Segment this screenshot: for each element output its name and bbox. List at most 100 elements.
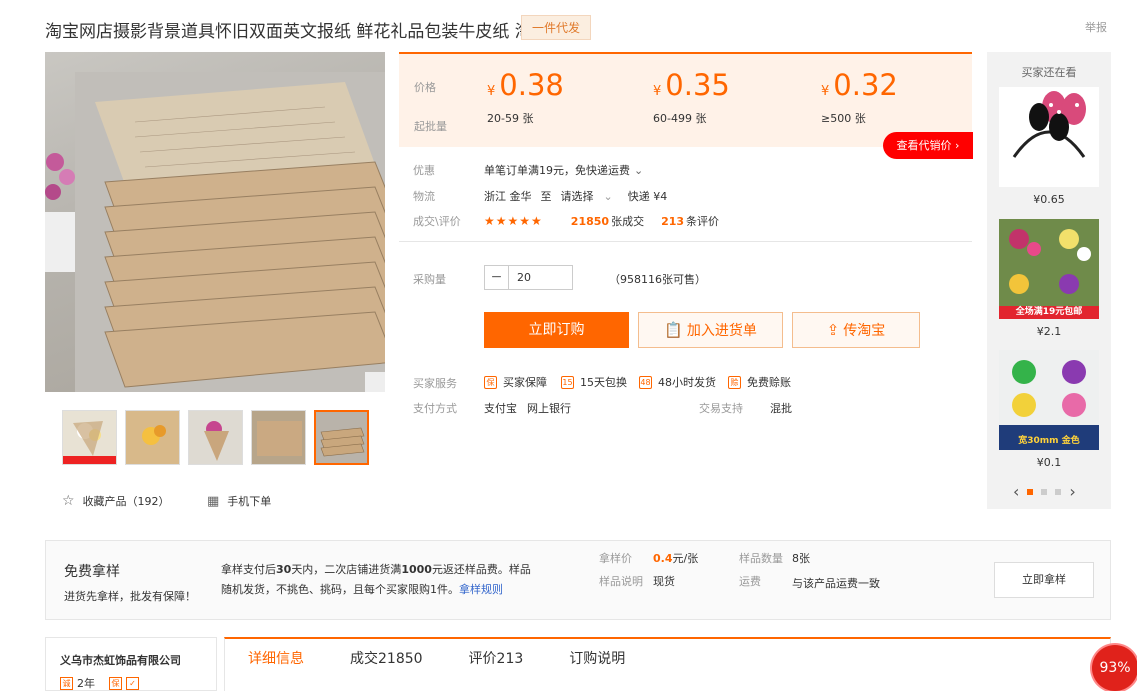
main-product-image[interactable] <box>45 52 385 392</box>
chevron-down-icon[interactable]: ⌄ <box>604 190 613 203</box>
clock-48-icon: 48 <box>639 375 652 389</box>
sample-ship-label: 运费 <box>739 575 761 588</box>
buy-now-button[interactable]: 立即订购 <box>484 312 629 348</box>
chevron-left-icon[interactable]: ‹ <box>1013 482 1019 501</box>
deal-label: 成交\评价 <box>413 215 461 228</box>
qty-label: 采购量 <box>413 273 446 286</box>
also-viewing-title: 买家还在看 <box>1021 66 1077 79</box>
send-to-taobao-button[interactable]: ⇪ 传淘宝 <box>792 312 920 348</box>
company-name[interactable]: 义乌市杰虹饰品有限公司 <box>60 652 181 668</box>
sample-note-label: 样品说明 <box>599 575 643 588</box>
shield-icon: 保 <box>484 375 497 389</box>
deal-row: 成交\评价 ★★★★★ 21850 张成交 213 条评价 <box>413 213 719 229</box>
mobile-order[interactable]: ▦ 手机下单 <box>207 493 271 509</box>
buyer-service-label-row: 买家服务 <box>413 375 484 391</box>
headband-image <box>999 87 1099 187</box>
thumbnail-4[interactable] <box>251 410 306 465</box>
sample-price: 0.4元/张 <box>653 552 699 565</box>
logistics-to: 至 <box>540 190 552 203</box>
item-price: ¥2.1 <box>1036 325 1062 338</box>
deals-unit: 张成交 <box>611 215 645 228</box>
logistics-from: 浙江 金华 <box>484 190 532 203</box>
free-sample-title: 免费拿样 <box>64 564 120 580</box>
get-sample-button[interactable]: 立即拿样 <box>994 562 1094 598</box>
promo-value: 单笔订单满19元，免快递运费 <box>484 164 630 177</box>
pay-alipay: 支付宝 <box>484 402 517 415</box>
tier-qty: ≥500 张 <box>821 112 866 125</box>
sample-rules-link[interactable]: 拿样规则 <box>459 583 503 596</box>
qty-label-row: 采购量 <box>413 271 484 287</box>
shipping-fee: 快递 ¥4 <box>627 190 668 203</box>
promo-row: 优惠 单笔订单满19元，免快递运费 ⌄ <box>413 162 643 178</box>
tier-qty: 20-59 张 <box>487 112 534 125</box>
also-viewing-item-3[interactable]: 宽30mm 金色 ¥0.1 <box>999 350 1099 469</box>
dropship-badge[interactable]: 一件代发 <box>521 15 592 40</box>
trade-support-value: 混批 <box>770 402 792 415</box>
free-sample-desc: 拿样支付后30天内，二次店铺进货满1000元返还样品费。样品随机发货，不挑色、挑… <box>221 563 531 596</box>
price-value: 0.35 <box>665 68 730 102</box>
company-years: 2年 <box>77 677 95 690</box>
chevron-right-icon[interactable]: › <box>1069 482 1075 501</box>
thumbnail-2[interactable] <box>125 410 180 465</box>
company-card: 义乌市杰虹饰品有限公司 诚 2年 保 ✓ <box>45 637 217 691</box>
sample-count-label: 样品数量 <box>739 552 783 565</box>
service-48h[interactable]: 48 48小时发货 <box>639 374 716 390</box>
report-link[interactable]: 举报 <box>1085 19 1107 35</box>
favorite-label: 收藏产品（192） <box>82 495 170 508</box>
qr-code-icon: ▦ <box>207 493 220 509</box>
mobile-order-label: 手机下单 <box>227 495 272 508</box>
minus-icon[interactable]: − <box>485 266 509 289</box>
tab-deals[interactable]: 成交21850 <box>327 639 446 691</box>
upload-icon: ⇪ <box>826 321 840 339</box>
carousel-nav: ‹ › <box>1013 482 1076 501</box>
company-meta: 诚 2年 保 ✓ <box>60 675 139 691</box>
buyer-service-label: 买家服务 <box>413 377 457 390</box>
size-banner: 宽30mm 金色 <box>1018 436 1080 446</box>
thumbnail-1[interactable] <box>62 410 117 465</box>
flower-bouquet-image <box>45 153 75 272</box>
reviews-count[interactable]: 213 <box>661 215 684 228</box>
tab-details[interactable]: 详细信息 <box>225 639 327 691</box>
carousel-dot[interactable] <box>1041 488 1048 495</box>
payment-label: 支付方式 <box>413 402 457 415</box>
carousel-dot-active[interactable] <box>1027 488 1034 495</box>
item-price: ¥0.1 <box>1036 456 1062 469</box>
free-sample-subtitle: 进货先拿样，批发有保障！ <box>64 590 196 603</box>
tab-reviews[interactable]: 评价213 <box>446 639 547 691</box>
service-credit[interactable]: 赊免费赊账 <box>728 374 791 390</box>
shield-icon: 保 <box>109 676 122 690</box>
quantity-input[interactable]: 20 <box>509 266 531 289</box>
price-value: 0.38 <box>499 68 564 102</box>
thumbnail-3[interactable] <box>188 410 243 465</box>
favorite-product[interactable]: ☆ 收藏产品（192） <box>62 493 170 509</box>
also-viewing-item-2[interactable]: 全场满19元包邮 ¥2.1 <box>999 219 1099 338</box>
agent-price-button[interactable]: 查看代销价 › <box>883 132 973 159</box>
payment-row: 支付方式 支付宝 网上银行 <box>413 400 571 416</box>
artificial-flowers-image: 全场满19元包邮 <box>999 219 1099 319</box>
add-to-cart-button[interactable]: 📋 加入进货单 <box>638 312 783 348</box>
trade-support-label: 交易支持 <box>699 402 743 415</box>
deals-count[interactable]: 21850 <box>571 215 609 228</box>
price-tier-2: ¥0.35 60-499 张 <box>653 68 730 125</box>
chevron-down-icon[interactable]: ⌄ <box>634 164 643 177</box>
tier-qty: 60-499 张 <box>653 112 707 125</box>
item-price: ¥0.65 <box>1033 193 1065 206</box>
quantity-stepper[interactable]: − 20 <box>484 265 573 290</box>
floating-percent-badge[interactable]: 93% <box>1092 645 1137 691</box>
thumbnail-strip <box>62 410 369 465</box>
thumbnail-5-selected[interactable] <box>314 410 369 465</box>
send-to-taobao-label: 传淘宝 <box>843 323 886 339</box>
service-exchange[interactable]: 15 15天包换 <box>561 374 627 390</box>
building-icon: 诚 <box>60 676 73 690</box>
ribbon-bows-image: 宽30mm 金色 <box>999 350 1099 450</box>
also-viewing-item-1[interactable]: ¥0.65 <box>999 87 1099 206</box>
sample-count: 8张 <box>792 552 810 565</box>
zoom-icon[interactable]: magnifier-icon <box>365 372 385 392</box>
region-select[interactable]: 请选择 <box>561 188 594 204</box>
tab-order-notes[interactable]: 订购说明 <box>546 639 648 691</box>
carousel-dot[interactable] <box>1055 488 1062 495</box>
add-to-cart-label: 加入进货单 <box>686 323 757 339</box>
promo-banner: 全场满19元包邮 <box>1015 307 1083 317</box>
service-guarantee[interactable]: 保买家保障 <box>484 374 547 390</box>
trade-support-row: 交易支持 混批 <box>699 400 792 416</box>
